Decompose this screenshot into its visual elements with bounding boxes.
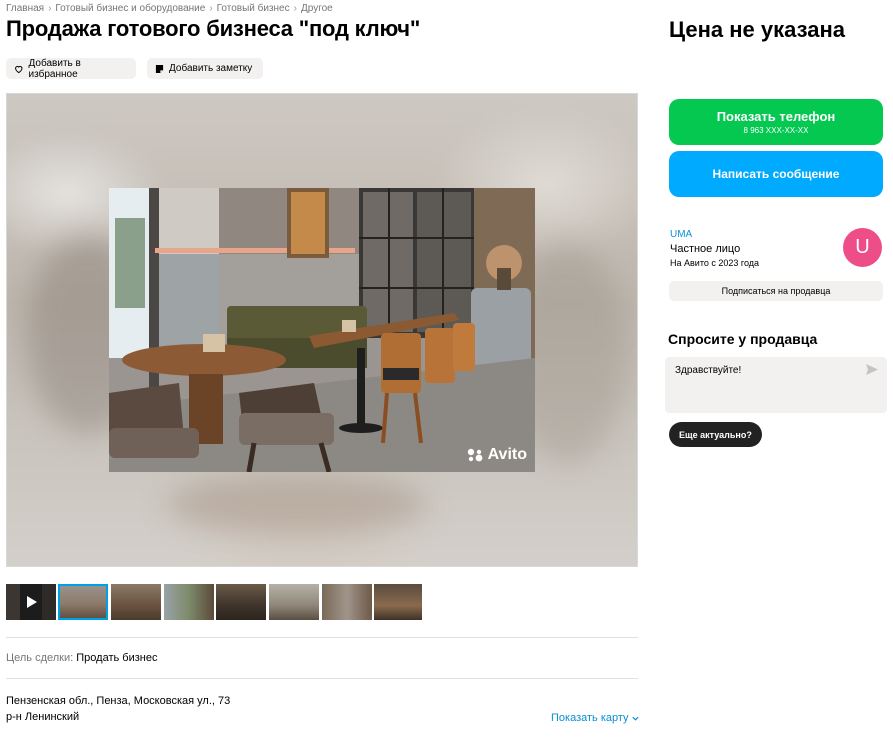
add-to-favorites-button[interactable]: Добавить в избранное (6, 57, 136, 80)
avito-watermark-text: Avito (487, 446, 527, 463)
breadcrumb-separator: › (209, 3, 213, 14)
thumbnail-1[interactable] (58, 584, 108, 620)
thumbnail-video[interactable] (6, 584, 56, 620)
deal-goal-label: Цель сделки: (6, 652, 74, 664)
thumbnail-5[interactable] (269, 584, 319, 620)
breadcrumb-separator: › (48, 3, 52, 14)
price: Цена не указана (669, 17, 845, 42)
page-title: Продажа готового бизнеса "под ключ" (6, 16, 421, 41)
add-note-button[interactable]: Добавить заметку (147, 58, 263, 79)
thumbnail-6[interactable] (322, 584, 372, 620)
seller-name-link[interactable]: UMA (670, 229, 692, 240)
send-icon[interactable] (866, 364, 878, 375)
seller-since: На Авито с 2023 года (670, 258, 760, 268)
thumbnail-4[interactable] (216, 584, 266, 620)
breadcrumb-home[interactable]: Главная (6, 3, 44, 14)
avito-logo-icon (467, 448, 482, 462)
heart-icon (15, 65, 23, 73)
ask-seller-title: Спросите у продавца (668, 331, 818, 347)
photo-gallery[interactable]: Avito (6, 93, 638, 567)
show-phone-label: Показать телефон (716, 109, 836, 124)
district-line: р-н Ленинский (6, 711, 80, 723)
masked-phone-number: 8 963 XXX-XX-XX (743, 126, 809, 135)
deal-goal: Цель сделки: Продать бизнес (6, 652, 157, 664)
note-icon (155, 64, 164, 73)
thumbnail-video-frame (42, 584, 56, 620)
play-icon (27, 596, 37, 608)
write-message-button[interactable]: Написать сообщение (669, 151, 883, 197)
thumbnail-video-frame (6, 584, 20, 620)
show-map-link[interactable]: Показать карту (551, 712, 639, 724)
thumbnail-2[interactable] (111, 584, 161, 620)
divider (6, 637, 638, 638)
main-photo[interactable]: Avito (109, 188, 535, 472)
add-note-label: Добавить заметку (169, 63, 253, 74)
breadcrumb-other[interactable]: Другое (301, 3, 333, 14)
chevron-down-icon (632, 716, 639, 721)
show-phone-button[interactable]: Показать телефон 8 963 XXX-XX-XX (669, 99, 883, 145)
avatar[interactable]: U (843, 228, 882, 267)
divider (6, 678, 638, 679)
breadcrumb-ready-business[interactable]: Готовый бизнес (217, 3, 290, 14)
gallery-blur-shape (167, 474, 427, 534)
address-line: Пензенская обл., Пенза, Московская ул., … (6, 695, 231, 707)
breadcrumb-separator: › (293, 3, 297, 14)
quick-reply-still-available[interactable]: Еще актуально? (669, 422, 762, 447)
add-to-favorites-label: Добавить в избранное (28, 57, 81, 80)
subscribe-to-seller-button[interactable]: Подписаться на продавца (669, 281, 883, 301)
avito-watermark: Avito (466, 446, 527, 464)
thumbnail-7[interactable] (374, 584, 422, 620)
seller-type: Частное лицо (670, 243, 741, 255)
deal-goal-value: Продать бизнес (76, 652, 158, 664)
breadcrumb-business-equipment[interactable]: Готовый бизнес и оборудование (55, 3, 205, 14)
breadcrumb: Главная › Готовый бизнес и оборудование › Го… (6, 3, 333, 14)
show-map-label: Показать карту (551, 712, 629, 724)
restaurant-interior-photo (109, 188, 535, 472)
message-input[interactable]: Здравствуйте! (665, 357, 887, 413)
thumbnail-3[interactable] (164, 584, 214, 620)
